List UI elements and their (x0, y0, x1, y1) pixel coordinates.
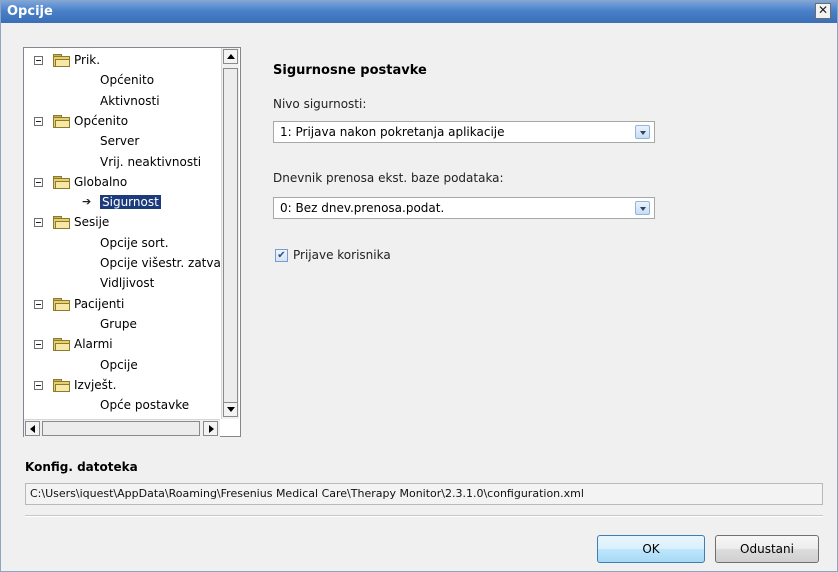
tree-leaf-node[interactable]: Opcije (24, 357, 240, 375)
current-arrow-icon: ➔ (82, 195, 92, 209)
ok-button[interactable]: OK (597, 535, 705, 563)
folder-icon (53, 175, 70, 189)
tree-node-label: Sigurnost (100, 195, 161, 210)
folder-icon (53, 297, 70, 311)
tree-leaf-node[interactable]: Općenito (24, 72, 240, 90)
collapse-icon[interactable] (34, 56, 43, 65)
tree-leaf-node[interactable]: Server (24, 133, 240, 151)
arrow-up-icon (227, 54, 235, 59)
title-bar: Opcije ✕ (1, 1, 837, 23)
user-logins-label: Prijave korisnika (293, 248, 391, 262)
section-title: Sigurnosne postavke (273, 63, 427, 78)
tree-node-label: Opcije (100, 357, 138, 372)
scroll-right-button[interactable] (203, 421, 218, 436)
tree-folder-node[interactable]: Alarmi (24, 336, 240, 354)
tree-node-label: Općenito (74, 113, 129, 128)
scroll-thumb[interactable] (223, 68, 238, 410)
tree-leaf-node[interactable]: Sigurnost ➔ (24, 194, 240, 212)
tree-folder-node[interactable]: Globalno (24, 174, 240, 192)
folder-icon (53, 54, 70, 67)
tree-folder-node[interactable]: Općenito (24, 113, 240, 131)
tree-node-label: Opće postavke (100, 398, 190, 413)
folder-icon (53, 216, 70, 230)
tree-leaf-node[interactable]: Vidljivost (24, 275, 240, 293)
tree-node-label: Vidljivost (100, 276, 155, 291)
tree-node-label: Izvješt. (74, 377, 117, 392)
folder-icon (53, 378, 70, 392)
tree-folder-node[interactable]: Pacijenti (24, 296, 240, 314)
tree-node-label: Aktivnosti (100, 93, 160, 108)
folder-icon (53, 114, 70, 128)
tree-leaf-node[interactable]: Aktivnosti (24, 93, 240, 111)
user-logins-checkbox[interactable]: ✔ (275, 249, 288, 262)
tree-folder-node[interactable]: Izvješt. (24, 377, 240, 395)
tree-folder-node[interactable]: Sesije (24, 214, 240, 232)
divider (25, 515, 823, 517)
tree-leaf-node[interactable]: Opće postavke (24, 397, 240, 415)
tree-node-label: Prik. (74, 53, 101, 67)
close-icon[interactable]: ✕ (815, 3, 831, 19)
chevron-down-icon[interactable] (635, 201, 650, 215)
config-file-path: C:\Users\iquest\AppData\Roaming\Freseniu… (30, 487, 584, 500)
security-level-value: 1: Prijava nakon pokretanja aplikacije (280, 125, 505, 139)
security-level-select[interactable]: 1: Prijava nakon pokretanja aplikacije (273, 121, 655, 143)
tree-node-label: Opcije višestr. zatva (100, 256, 221, 270)
tree-leaf-node[interactable]: Opcije višestr. zatva (24, 255, 240, 273)
tree-folder-node[interactable]: Prik. (24, 52, 240, 70)
collapse-icon[interactable] (34, 380, 43, 390)
transfer-log-value: 0: Bez dnev.prenosa.podat. (280, 201, 445, 215)
config-file-path-field[interactable]: C:\Users\iquest\AppData\Roaming\Freseniu… (25, 483, 823, 505)
transfer-log-label: Dnevnik prenosa ekst. baze podataka: (273, 171, 504, 185)
tree-node-label: Grupe (100, 316, 137, 331)
tree-node-label: Vrij. neaktivnosti (100, 154, 202, 169)
collapse-icon[interactable] (34, 340, 43, 350)
arrow-left-icon (30, 425, 35, 433)
security-level-label: Nivo sigurnosti: (273, 97, 367, 111)
tree-node-label: Sesije (74, 215, 110, 230)
chevron-down-icon[interactable] (635, 125, 650, 139)
tree-node-label: Alarmi (74, 337, 113, 352)
tree-leaf-node[interactable]: Grupe (24, 316, 240, 334)
collapse-icon[interactable] (34, 299, 43, 309)
tree-leaf-node[interactable]: Vrij. neaktivnosti (24, 154, 240, 172)
config-file-title: Konfig. datoteka (25, 460, 138, 474)
scroll-left-button[interactable] (25, 421, 40, 436)
tree-vertical-scrollbar[interactable] (221, 48, 239, 419)
tree-node-label: Server (100, 134, 140, 149)
arrow-right-icon (209, 425, 214, 433)
transfer-log-select[interactable]: 0: Bez dnev.prenosa.podat. (273, 197, 655, 219)
scroll-up-button[interactable] (223, 49, 238, 64)
tree-leaf-node[interactable]: Opcije sort. (24, 235, 240, 253)
collapse-icon[interactable] (34, 116, 43, 126)
tree-horizontal-scrollbar[interactable] (24, 419, 220, 437)
tree-node-label: Opcije sort. (100, 235, 169, 250)
options-dialog: Opcije ✕ Prik. Općenito Aktivnosti Općenito… (0, 0, 838, 572)
scroll-thumb-horizontal[interactable] (42, 421, 200, 436)
tree-node-label: Pacijenti (74, 296, 125, 311)
collapse-icon[interactable] (34, 177, 43, 187)
folder-icon (53, 338, 70, 352)
arrow-down-icon (227, 407, 235, 412)
options-tree[interactable]: Prik. Općenito Aktivnosti Općenito Server Vri… (23, 47, 241, 437)
cancel-button[interactable]: Odustani (715, 535, 819, 563)
window-title: Opcije (7, 4, 53, 19)
tree-node-label: Općenito (100, 73, 155, 88)
collapse-icon[interactable] (34, 218, 43, 228)
scroll-down-button[interactable] (223, 402, 238, 417)
tree-node-label: Globalno (74, 174, 128, 189)
